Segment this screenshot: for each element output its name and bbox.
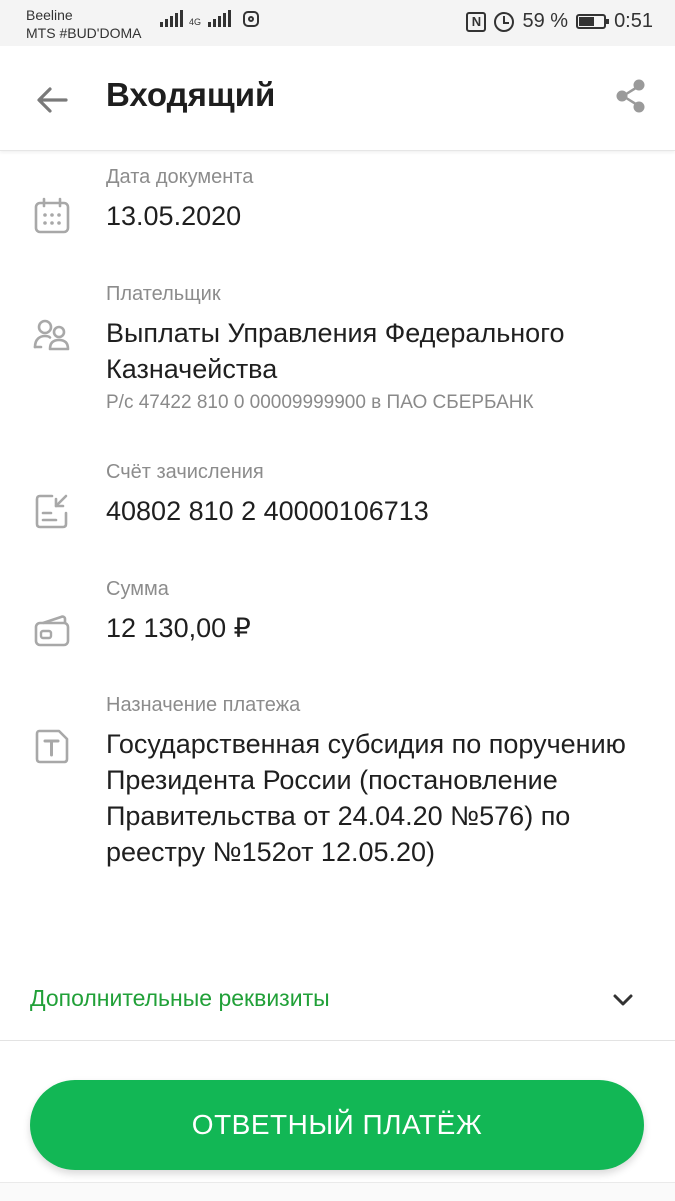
payment-purpose-value: Государственная субсидия по поручению Пр… [106, 729, 626, 867]
users-icon [33, 319, 70, 351]
clock: 0:51 [614, 10, 653, 32]
page-title: Входящий [106, 76, 276, 113]
bottom-divider [0, 1182, 675, 1201]
signal-indicators: 4G [160, 10, 260, 27]
carrier-info: Beeline MTS #BUD'DOMA [26, 6, 141, 42]
credit-account-label: Счёт зачисления [106, 461, 264, 483]
carrier-2: MTS #BUD'DOMA [26, 25, 142, 41]
document-date-value: 13.05.2020 [106, 201, 242, 231]
incoming-document-icon [35, 494, 68, 529]
payment-purpose-label: Назначение платежа [106, 694, 301, 716]
wallet-icon [34, 615, 70, 647]
payer-account: Р/с 47422 810 0 00009999900 в ПАО СБЕРБА… [106, 392, 534, 413]
nfc-icon: N [466, 11, 487, 32]
chevron-down-icon [613, 994, 633, 1006]
signal-bars-icon [208, 10, 232, 27]
back-arrow-icon [37, 87, 68, 113]
share-button[interactable] [609, 74, 653, 118]
document-date-label: Дата документа [106, 166, 254, 188]
amount-value: 12 130,00 ₽ [106, 613, 251, 643]
battery-percent: 59 % [522, 10, 569, 32]
signal-bars-icon [160, 10, 183, 27]
network-type: 4G [189, 17, 202, 27]
app-header: Входящий [0, 46, 675, 151]
carrier-1: Beeline [26, 7, 73, 23]
battery-icon [576, 14, 610, 29]
status-bar: Beeline MTS #BUD'DOMA 4G N 59 % 0:51 [0, 0, 675, 46]
credit-account-value: 40802 810 2 40000106713 [106, 496, 429, 526]
additional-details-label: Дополнительные реквизиты [30, 985, 330, 1011]
system-indicators: N 59 % 0:51 [466, 10, 653, 33]
additional-details-toggle[interactable]: Дополнительные реквизиты [0, 960, 675, 1041]
calendar-icon [34, 197, 70, 234]
back-button[interactable] [30, 78, 74, 122]
payer-value: Выплаты Управления Федерального Казначей… [106, 318, 565, 384]
reply-payment-button[interactable]: ОТВЕТНЫЙ ПЛАТЁЖ [30, 1080, 644, 1170]
payer-label: Плательщик [106, 283, 221, 305]
instagram-icon [243, 11, 260, 27]
text-document-icon [35, 729, 69, 764]
amount-label: Сумма [106, 578, 169, 600]
share-icon [616, 79, 645, 113]
alarm-icon [494, 11, 515, 32]
